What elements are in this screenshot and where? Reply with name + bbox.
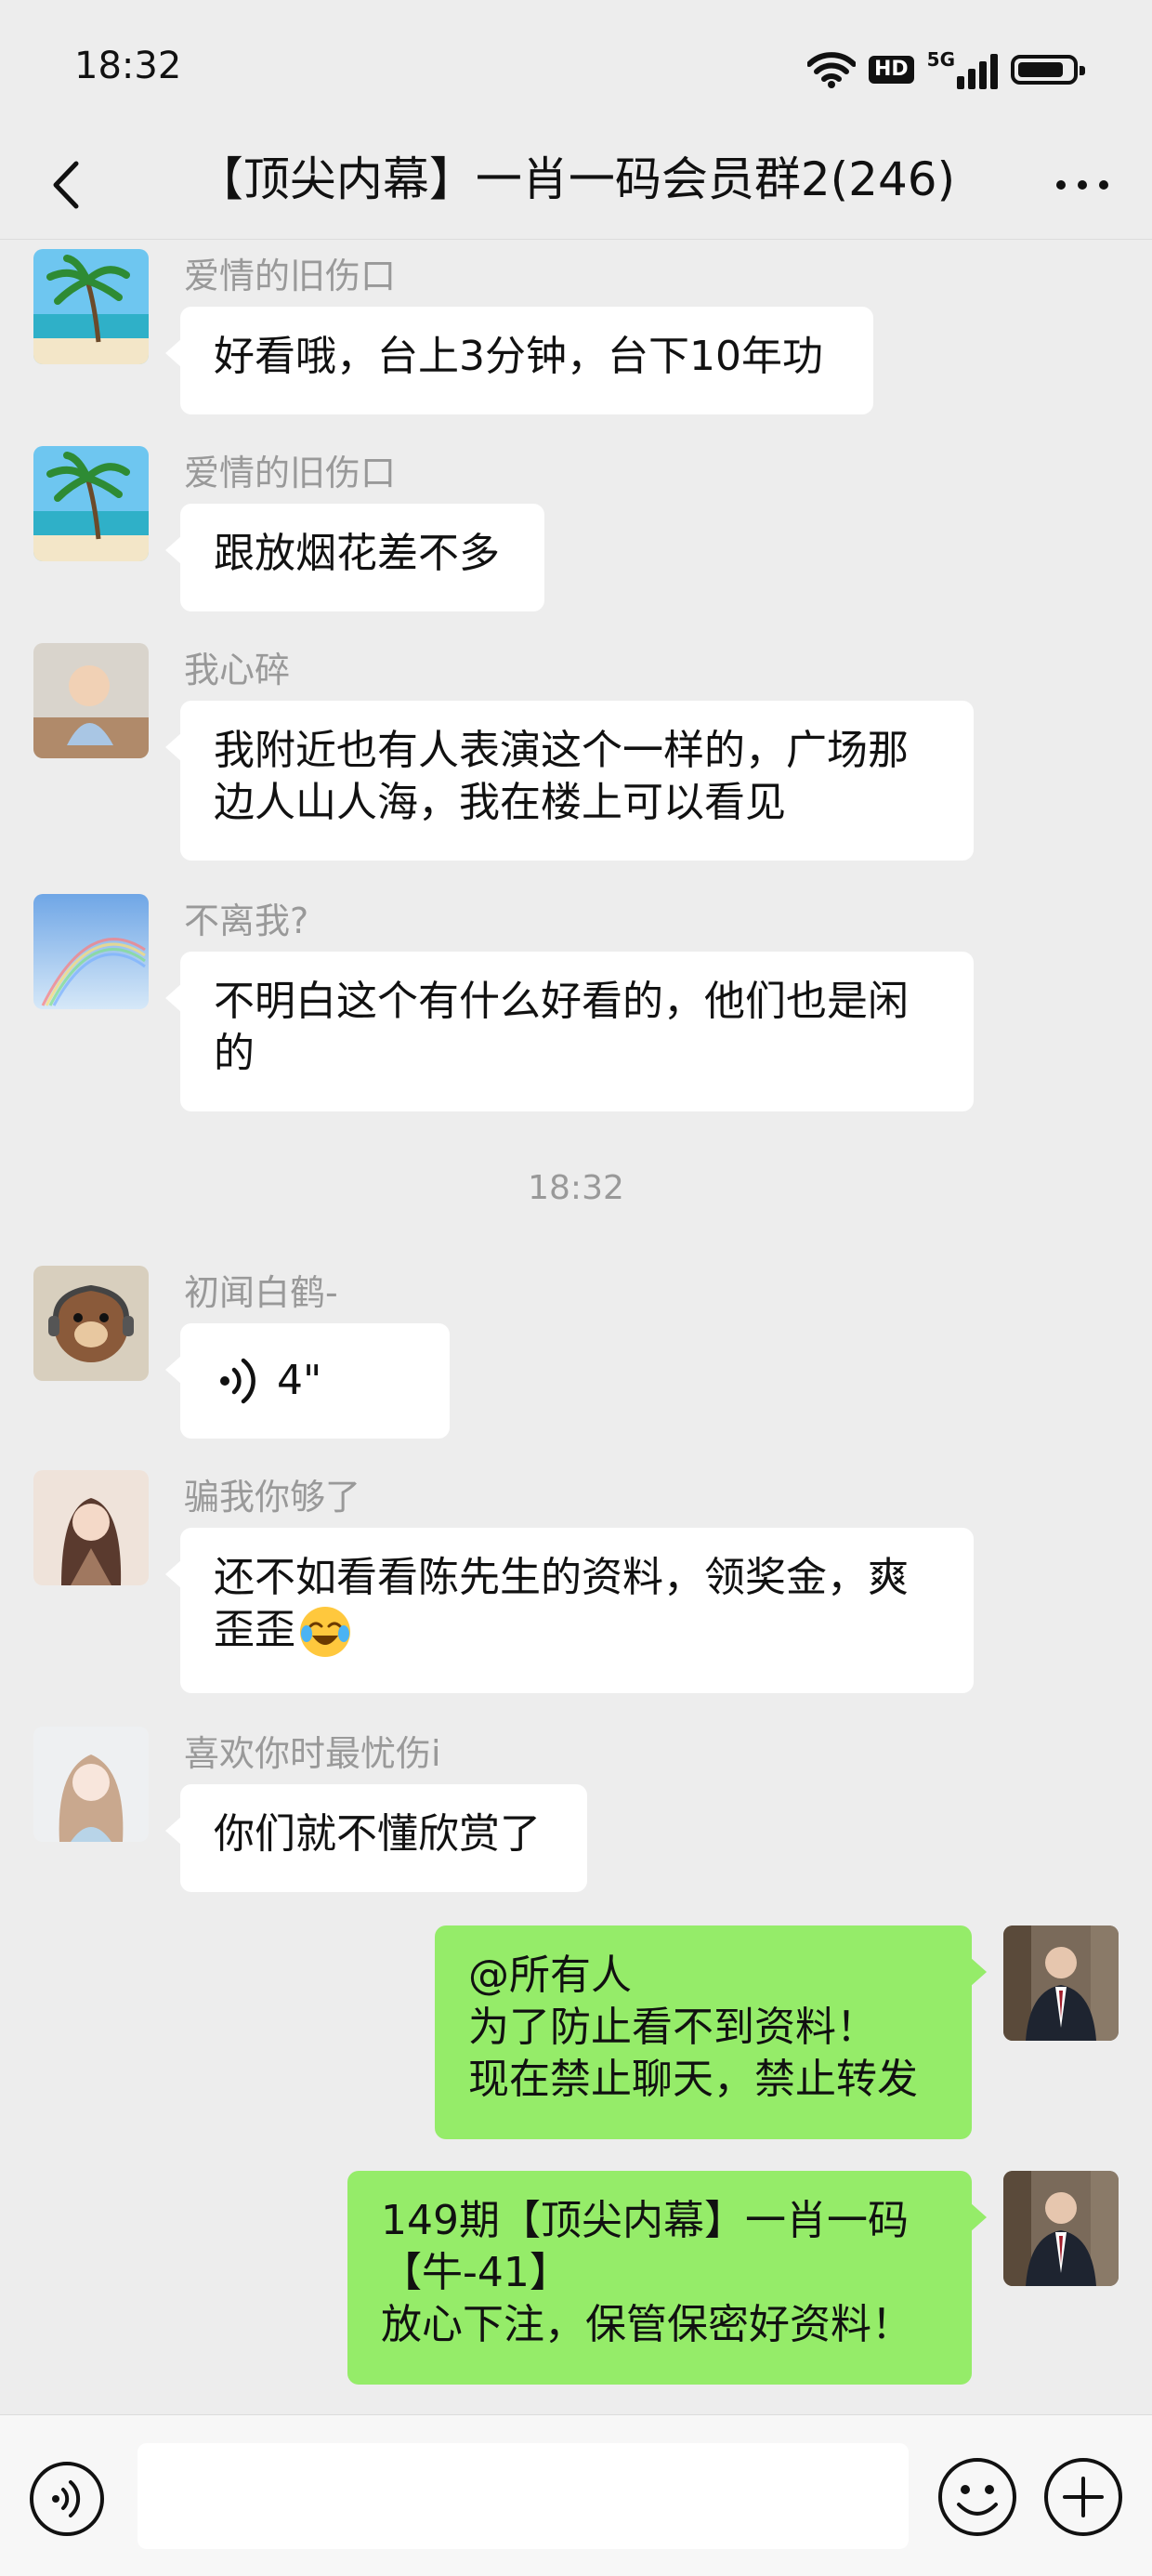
message-text: 【牛-41】 <box>381 2249 570 2296</box>
self-message-bubble[interactable]: 149期【顶尖内幕】一肖一码 【牛-41】 放心下注，保管保密好资料！ <box>347 2171 987 2385</box>
wifi-icon <box>806 52 856 88</box>
sender-name: 初闻白鹤- <box>184 1272 338 1313</box>
sender-name: 我心碎 <box>184 650 291 690</box>
laughing-crying-emoji-icon <box>300 1607 350 1657</box>
message-text: 不明白这个有什么好看的，他们也是闲 <box>214 978 909 1025</box>
voice-wave-icon <box>220 1358 255 1404</box>
message-text: 好看哦，台上3分钟，台下10年功 <box>214 333 823 380</box>
message-text: @所有人 <box>468 1952 632 1999</box>
signal-icon: 5G <box>927 50 998 89</box>
chat-header: 【顶尖内幕】一肖一码会员群2(246) <box>0 130 1152 240</box>
self-avatar[interactable] <box>1003 1925 1119 2041</box>
avatar[interactable] <box>33 1266 149 1381</box>
voice-input-icon[interactable] <box>28 2460 106 2538</box>
message-bubble[interactable]: 还不如看看陈先生的资料，领奖金，爽 歪歪 <box>165 1528 974 1693</box>
sender-name: 喜欢你时最忧伤i <box>184 1733 441 1774</box>
back-arrow-icon[interactable] <box>35 152 100 217</box>
message-text: 我附近也有人表演这个一样的，广场那 <box>214 727 909 774</box>
voice-message-bubble[interactable]: 4" <box>165 1323 450 1439</box>
sender-name: 骗我你够了 <box>184 1477 361 1518</box>
message-timestamp: 18:32 <box>528 1169 624 1207</box>
chat-input-bar <box>0 2414 1152 2576</box>
avatar[interactable] <box>33 894 149 1009</box>
message-bubble[interactable]: 我附近也有人表演这个一样的，广场那 边人山人海，我在楼上可以看见 <box>165 701 974 861</box>
self-avatar[interactable] <box>1003 2171 1119 2286</box>
avatar[interactable] <box>33 643 149 758</box>
message-input[interactable] <box>137 2443 909 2549</box>
message-text: 你们就不懂欣赏了 <box>214 1810 541 1858</box>
avatar[interactable] <box>33 249 149 364</box>
status-bar: 18:32 HD 5G <box>0 0 1152 130</box>
message-text: 149期【顶尖内幕】一肖一码 <box>381 2197 909 2244</box>
message-text: 还不如看看陈先生的资料，领奖金，爽 <box>214 1554 909 1601</box>
message-bubble[interactable]: 你们就不懂欣赏了 <box>165 1784 587 1892</box>
chat-title: 【顶尖内幕】一肖一码会员群2(246) <box>196 152 956 206</box>
message-text: 边人山人海，我在楼上可以看见 <box>214 779 786 826</box>
message-text: 为了防止看不到资料！ <box>468 2004 877 2051</box>
message-text: 的 <box>214 1030 255 1077</box>
message-bubble[interactable]: 不明白这个有什么好看的，他们也是闲 的 <box>165 952 974 1111</box>
message-list[interactable]: 爱情的旧伤口 好看哦，台上3分钟，台下10年功 爱情的旧伤口 跟放烟花差不多 我… <box>0 240 1152 2414</box>
message-text: 现在禁止聊天，禁止转发 <box>468 2056 918 2103</box>
more-icon[interactable] <box>1050 152 1115 217</box>
message-text: 跟放烟花差不多 <box>214 530 500 577</box>
status-time: 18:32 <box>74 45 182 87</box>
avatar[interactable] <box>33 446 149 561</box>
hd-badge: HD <box>868 56 914 84</box>
voice-duration: 4" <box>277 1357 322 1404</box>
emoji-icon[interactable] <box>936 2456 1018 2538</box>
sender-name: 爱情的旧伤口 <box>184 453 397 493</box>
network-type: 5G <box>926 48 955 71</box>
battery-icon <box>1011 55 1085 85</box>
message-text: 歪歪 <box>214 1606 295 1653</box>
sender-name: 不离我? <box>184 900 309 941</box>
message-bubble[interactable]: 跟放烟花差不多 <box>165 504 544 611</box>
avatar[interactable] <box>33 1727 149 1842</box>
sender-name: 爱情的旧伤口 <box>184 256 397 296</box>
plus-icon[interactable] <box>1042 2456 1124 2538</box>
message-bubble[interactable]: 好看哦，台上3分钟，台下10年功 <box>165 307 873 414</box>
self-message-bubble[interactable]: @所有人 为了防止看不到资料！ 现在禁止聊天，禁止转发 <box>435 1925 987 2139</box>
message-text: 放心下注，保管保密好资料！ <box>381 2301 912 2348</box>
avatar[interactable] <box>33 1470 149 1585</box>
